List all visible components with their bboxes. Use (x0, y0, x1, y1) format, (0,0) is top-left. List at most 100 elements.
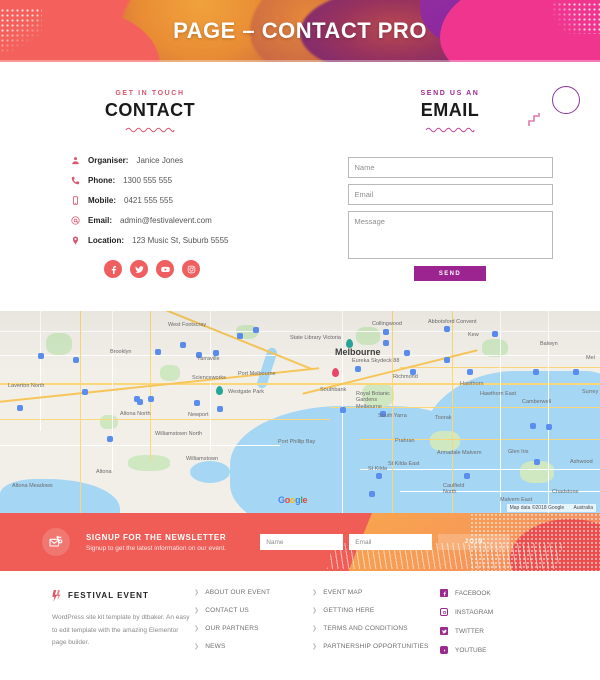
map-road (0, 331, 600, 332)
footer-link-news[interactable]: ❯ NEWS (194, 643, 312, 650)
chevron-right-icon: ❯ (312, 626, 318, 632)
map-label: Yarraville (197, 356, 220, 362)
chevron-right-icon: ❯ (312, 608, 318, 614)
footer-link-label: OUR PARTNERS (205, 625, 259, 632)
map-poi (444, 357, 450, 363)
map-road (112, 311, 113, 471)
map-poi (155, 349, 161, 355)
footer-link-about-our-event[interactable]: ❯ ABOUT OUR EVENT (194, 589, 312, 596)
map-region-label: Australia (573, 505, 593, 511)
contact-label: Mobile: (88, 196, 116, 205)
footer-description: WordPress site kit template by dtbaker. … (52, 614, 190, 647)
footer-link-getting-here[interactable]: ❯ GETTING HERE (312, 607, 440, 614)
newsletter-name-input[interactable] (260, 534, 344, 550)
map-label: Collingwood (372, 321, 402, 327)
contact-label: Organiser: (88, 156, 129, 165)
join-button[interactable]: JOIN (438, 534, 511, 550)
map-embed[interactable]: Melbourne West Footscray Brooklyn Yarrav… (0, 311, 600, 513)
map-poi (180, 342, 186, 348)
email-input[interactable] (347, 184, 553, 205)
footer-social-twitter[interactable]: TWITTER (440, 627, 544, 635)
footer-social-label: YOUTUBE (455, 646, 487, 654)
map-park (160, 365, 180, 381)
map-label: Altona North (120, 411, 151, 417)
map-poi (82, 389, 88, 395)
map-poi (38, 353, 44, 359)
facebook-icon[interactable] (104, 260, 122, 278)
footer-social-instagram[interactable]: INSTAGRAM (440, 608, 544, 616)
map-road (0, 419, 330, 421)
chevron-right-icon: ❯ (194, 590, 200, 596)
youtube-icon[interactable] (156, 260, 174, 278)
google-logo: Google (278, 495, 308, 505)
newsletter-icon (42, 528, 70, 556)
youtube-icon (440, 646, 448, 654)
contact-label: Phone: (88, 176, 116, 185)
instagram-icon[interactable] (182, 260, 200, 278)
wave-divider-icon (425, 127, 475, 133)
map-water-lake (190, 461, 230, 483)
contact-row-mobile: Mobile: 0421 555 555 (70, 195, 300, 206)
map-park (430, 431, 460, 451)
map-road (210, 311, 211, 451)
map-label: West Footscray (168, 322, 207, 328)
contact-heading: CONTACT (104, 100, 196, 120)
chevron-right-icon: ❯ (312, 590, 318, 596)
footer-social-label: INSTAGRAM (455, 608, 494, 616)
contact-eyebrow: GET IN TOUCH (115, 90, 185, 97)
social-links (0, 260, 300, 278)
mobile-icon (70, 195, 80, 206)
newsletter-banner: SIGNUP FOR THE NEWSLETTER Signup to get … (0, 513, 600, 571)
footer-link-our-partners[interactable]: ❯ OUR PARTNERS (194, 625, 312, 632)
footer-link-label: TERMS AND CONDITIONS (323, 625, 408, 632)
map-road (500, 311, 501, 513)
map-label: State Library Victoria (290, 335, 341, 341)
map-label: Malvern (462, 450, 482, 456)
contact-value: 1300 555 555 (123, 176, 173, 185)
footer-social-label: TWITTER (455, 627, 484, 635)
map-label: St Kilda (368, 466, 387, 472)
send-button[interactable]: SEND (414, 266, 486, 281)
map-poi (573, 369, 579, 375)
map-park (100, 415, 118, 429)
map-poi (530, 423, 536, 429)
map-poi (237, 333, 243, 339)
footer-social-youtube[interactable]: YOUTUBE (440, 646, 544, 654)
name-input[interactable] (347, 157, 553, 178)
map-label: Malvern East (500, 497, 533, 503)
message-textarea[interactable] (347, 211, 553, 259)
footer-social-label: FACEBOOK (455, 589, 491, 597)
map-label: Laverton North (8, 383, 45, 389)
footer-link-event-map[interactable]: ❯ EVENT MAP (312, 589, 440, 596)
map-poi (492, 331, 498, 337)
footer-link-contact-us[interactable]: ❯ CONTACT US (194, 607, 312, 614)
map-label: Westgate Park (228, 389, 264, 395)
contact-label: Email: (88, 216, 113, 225)
map-poi (383, 340, 389, 346)
map-label: Newport (188, 412, 209, 418)
map-road (360, 469, 600, 470)
map-label: Chadstone (552, 489, 579, 495)
footer-link-terms-and-conditions[interactable]: ❯ TERMS AND CONDITIONS (312, 625, 440, 632)
newsletter-title: SIGNUP FOR THE NEWSLETTER (86, 532, 227, 542)
footer-link-label: PARTNERSHIP OPPORTUNITIES (323, 643, 429, 650)
map-label: Williamstown North (155, 431, 203, 437)
email-form-column: SEND US AN EMAIL SEND (300, 86, 600, 281)
twitter-icon[interactable] (130, 260, 148, 278)
footer-link-partnership-opportunities[interactable]: ❯ PARTNERSHIP OPPORTUNITIES (312, 643, 440, 650)
contact-section: GET IN TOUCH CONTACT Organiser: Janice J… (0, 62, 600, 311)
instagram-icon (440, 608, 448, 616)
footer-link-label: EVENT MAP (323, 589, 363, 596)
footer-social-facebook[interactable]: FACEBOOK (440, 589, 544, 597)
map-park (46, 333, 72, 355)
map-label: Port Melbourne (238, 371, 276, 377)
twitter-icon (440, 627, 448, 635)
map-poi (546, 424, 552, 430)
contact-value: Janice Jones (136, 156, 184, 165)
hero-banner: PAGE – CONTACT PRO (0, 0, 600, 62)
map-poi (404, 350, 410, 356)
map-label: Armadale (437, 450, 461, 456)
newsletter-email-input[interactable] (349, 534, 433, 550)
contact-info-list: Organiser: Janice Jones Phone: 1300 555 … (0, 155, 300, 246)
map-road (80, 311, 82, 513)
